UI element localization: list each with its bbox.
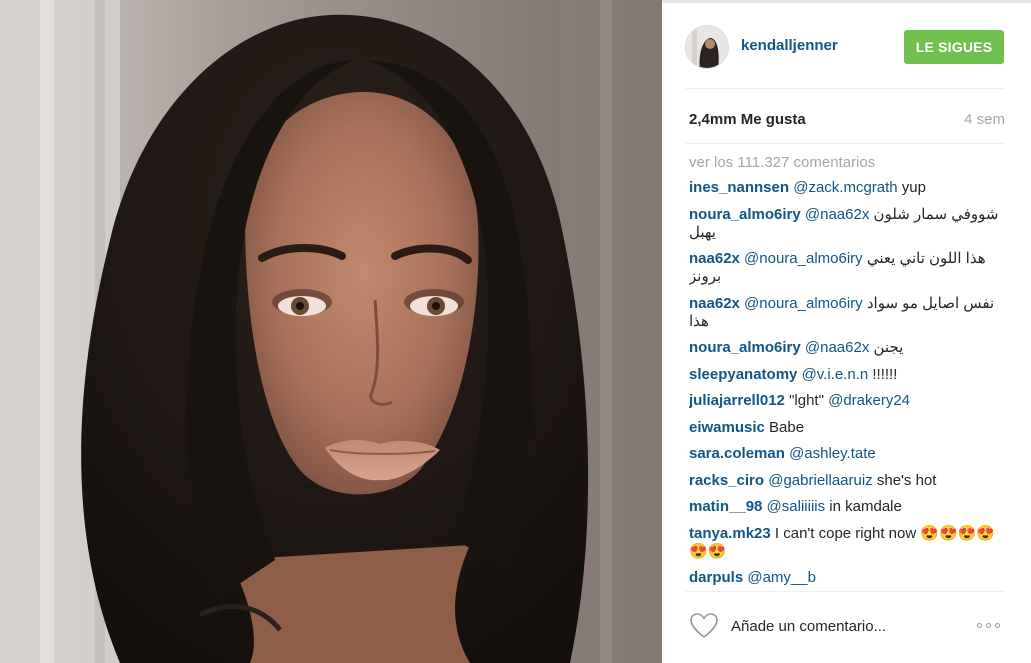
comment-text: !!!!!! bbox=[868, 365, 898, 383]
comment-username[interactable]: sleepyanatomy bbox=[689, 366, 797, 383]
comment-item: noura_almo6iry @naa62x يجنن bbox=[689, 339, 1005, 357]
comment-mention[interactable]: @gabriellaaruiz bbox=[768, 472, 872, 489]
more-options-icon[interactable] bbox=[977, 619, 1007, 633]
header-divider bbox=[685, 88, 1005, 89]
comment-mention[interactable]: @zack.mcgrath bbox=[793, 179, 897, 196]
more-dot bbox=[986, 623, 991, 628]
comment-mention[interactable]: @drakery24 bbox=[828, 392, 910, 409]
comment-text: يجنن bbox=[869, 339, 904, 356]
comment-mention[interactable]: @ashley.tate bbox=[789, 445, 876, 462]
comment-item: juliajarrell012 "lght" @drakery24 bbox=[689, 392, 1005, 410]
more-dot bbox=[977, 623, 982, 628]
comments-list: ines_nannsen @zack.mcgrath yup noura_almo… bbox=[689, 179, 1005, 587]
comment-mention[interactable]: @naa62x bbox=[805, 339, 869, 356]
comment-mention[interactable]: @amy__b bbox=[747, 569, 816, 586]
view-all-comments-link[interactable]: ver los 111.327 comentarios bbox=[689, 154, 875, 171]
comment-item: ines_nannsen @zack.mcgrath yup bbox=[689, 179, 1005, 197]
comment-text: "lght" bbox=[789, 392, 829, 409]
post-header: kendalljenner LE SIGUES bbox=[662, 3, 1031, 88]
add-comment-input[interactable] bbox=[731, 611, 961, 641]
comment-item: matin__98 @saliiiiis in kamdale bbox=[689, 498, 1005, 516]
comment-username[interactable]: naa62x bbox=[689, 250, 740, 267]
avatar-image bbox=[686, 26, 728, 68]
comment-username[interactable]: naa62x bbox=[689, 295, 740, 312]
more-dot bbox=[995, 623, 1000, 628]
portrait-image bbox=[0, 0, 662, 663]
post-time[interactable]: 4 sem bbox=[964, 111, 1005, 128]
comment-text: Babe bbox=[769, 418, 805, 436]
comment-username[interactable]: juliajarrell012 bbox=[689, 392, 785, 409]
post-details-panel: kendalljenner LE SIGUES 2,4mm Me gusta 4… bbox=[662, 0, 1031, 663]
avatar[interactable] bbox=[685, 25, 729, 69]
comment-item: racks_ciro @gabriellaaruiz she's hot bbox=[689, 472, 1005, 490]
comment-username[interactable]: noura_almo6iry bbox=[689, 206, 801, 223]
comment-text: yup bbox=[897, 179, 926, 196]
post-photo[interactable] bbox=[0, 0, 662, 663]
comment-username[interactable]: ines_nannsen bbox=[689, 179, 789, 196]
comment-username[interactable]: sara.coleman bbox=[689, 445, 785, 462]
comment-mention[interactable]: @v.i.e.n.n bbox=[802, 366, 869, 383]
comment-item: tanya.mk23 I can't cope right now 😍😍😍😍😍😍 bbox=[689, 525, 1005, 561]
comment-item: sleepyanatomy @v.i.e.n.n !!!!!! bbox=[689, 366, 1005, 384]
following-button[interactable]: LE SIGUES bbox=[904, 30, 1004, 64]
comment-username[interactable]: racks_ciro bbox=[689, 472, 764, 489]
comment-bar bbox=[662, 591, 1031, 663]
comment-username[interactable]: tanya.mk23 bbox=[689, 525, 771, 542]
comment-mention[interactable]: @saliiiiis bbox=[767, 498, 826, 515]
comment-mention[interactable]: @naa62x bbox=[805, 206, 869, 223]
comment-text: in kamdale bbox=[825, 498, 902, 515]
comment-item: sara.coleman @ashley.tate bbox=[689, 445, 1005, 463]
comment-item: naa62x @noura_almo6iry هذا اللون تاني يع… bbox=[689, 250, 1005, 286]
username-link[interactable]: kendalljenner bbox=[741, 37, 838, 54]
comment-text: she's hot bbox=[872, 471, 937, 489]
stats-divider bbox=[685, 143, 1005, 144]
comment-item: darpuls @amy__b bbox=[689, 569, 1005, 587]
comment-username[interactable]: eiwamusic bbox=[689, 419, 765, 436]
comment-mention[interactable]: @noura_almo6iry bbox=[744, 295, 863, 312]
comment-item: noura_almo6iry @naa62x شووفي سمار شلون ي… bbox=[689, 206, 1005, 242]
comment-username[interactable]: darpuls bbox=[689, 569, 743, 586]
likes-count[interactable]: 2,4mm Me gusta bbox=[689, 111, 806, 128]
comment-item: eiwamusic Babe bbox=[689, 419, 1005, 437]
heart-icon[interactable] bbox=[689, 612, 719, 639]
comment-username[interactable]: matin__98 bbox=[689, 498, 762, 515]
comment-username[interactable]: noura_almo6iry bbox=[689, 339, 801, 356]
comment-mention[interactable]: @noura_almo6iry bbox=[744, 250, 863, 267]
comment-item: naa62x @noura_almo6iry نفس اصايل مو سواد… bbox=[689, 295, 1005, 331]
